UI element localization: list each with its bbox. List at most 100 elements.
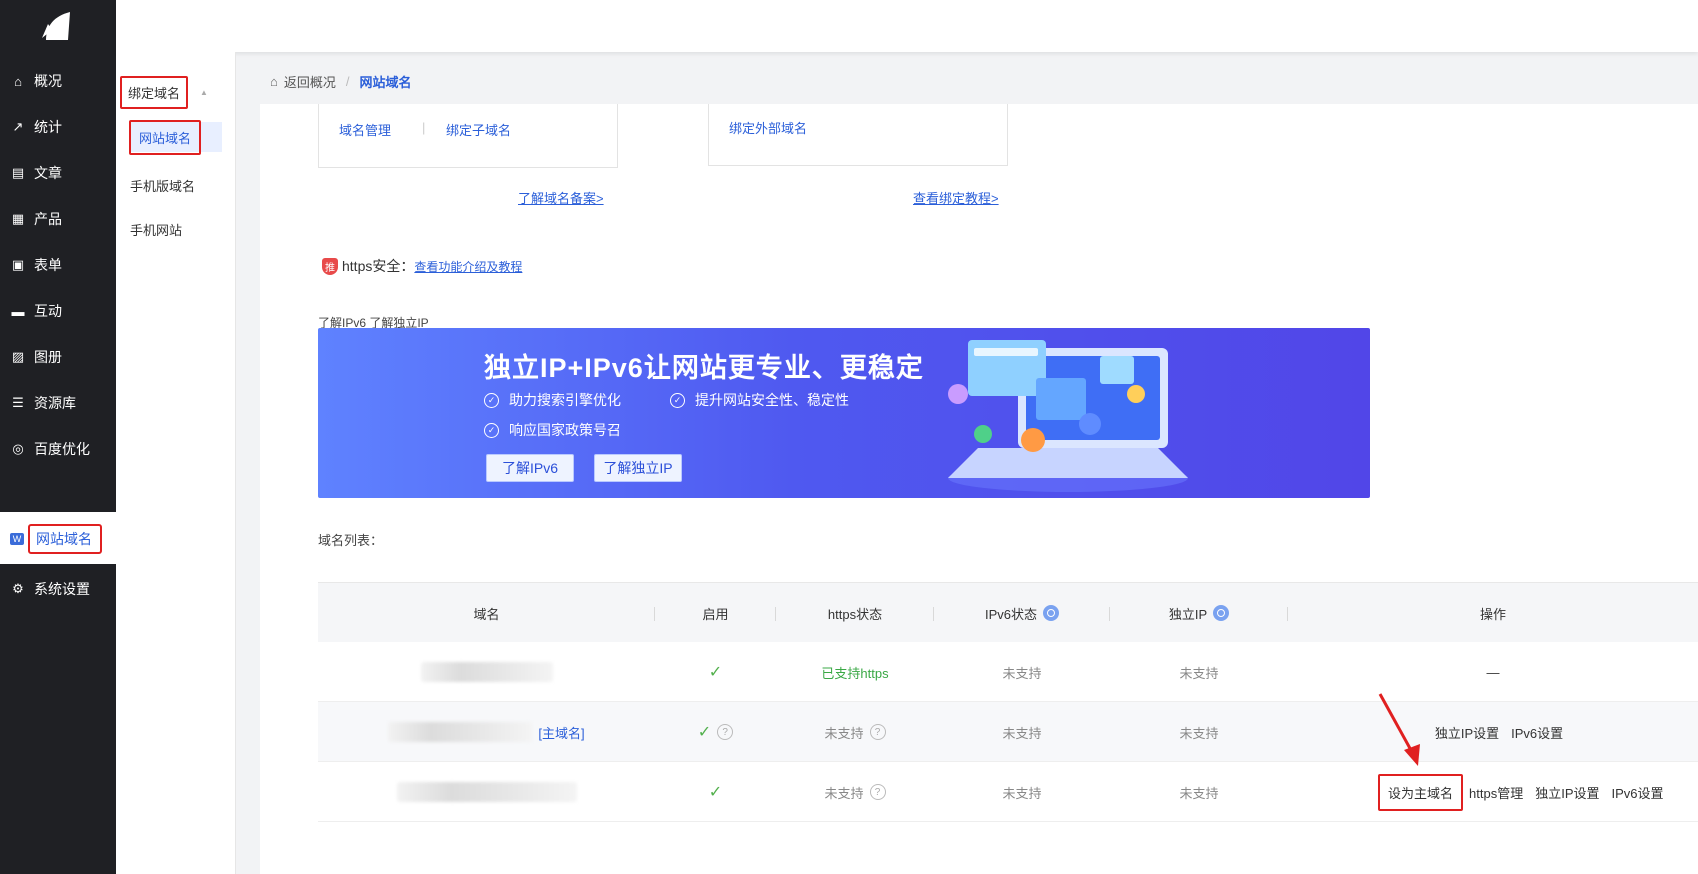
nav-item-overview[interactable]: ⌂ 概况 <box>0 56 116 106</box>
domain-cell <box>318 642 655 702</box>
domain-table-header: 域名 启用 https状态 IPv6状态 独立IP 操作 <box>318 582 1698 642</box>
nav-item-gallery[interactable]: ▨ 图册 <box>0 332 116 382</box>
gallery-icon: ▨ <box>11 349 25 364</box>
breadcrumb-back[interactable]: 返回概况 <box>284 72 336 91</box>
col-actions: 操作 <box>1479 606 1506 622</box>
set-primary-domain-button[interactable]: 设为主域名 <box>1378 773 1464 811</box>
domain-beian-link[interactable]: 了解域名备案> <box>518 188 604 207</box>
article-icon: ▤ <box>11 165 25 180</box>
help-icon[interactable]: ? <box>869 724 886 740</box>
check-circle-icon: ✓ <box>484 392 499 408</box>
blurred-domain <box>388 722 533 742</box>
actions-cell: 设为主域名 https管理 独立IP设置 IPv6设置 <box>1378 762 1698 822</box>
ipv6-banner: 独立IP+IPv6让网站更专业、更稳定 ✓ 助力搜索引擎优化 ✓ 提升网站安全性、稳… <box>318 328 1370 498</box>
https-tutorial-link[interactable]: 查看功能介绍及教程 <box>414 258 522 275</box>
check-icon: ✓ <box>697 724 712 741</box>
form-icon: ▣ <box>11 257 25 272</box>
nav-item-interact[interactable]: ▬ 互动 <box>0 286 116 336</box>
table-row: ✓ 未支持? 未支持 未支持 设为主域名 https管理 独立IP设置 IPv6… <box>318 762 1698 822</box>
info-link-icon[interactable] <box>1043 605 1059 621</box>
subnav-item-website-domain[interactable]: 网站域名 <box>129 120 222 155</box>
nav-item-product[interactable]: ▦ 产品 <box>0 194 116 244</box>
banner-feature: ✓ 提升网站安全性、稳定性 <box>670 390 849 410</box>
enabled-cell: ✓ <box>655 762 776 822</box>
nav-item-article[interactable]: ▤ 文章 <box>0 148 116 198</box>
home-icon: ⌂ <box>14 73 22 89</box>
table-row: ✓ 已支持https 未支持 未支持 — <box>318 642 1698 702</box>
seo-icon: ◎ <box>12 441 24 456</box>
shield-badge-icon: 推 <box>322 257 338 275</box>
nav-item-resources[interactable]: ☰ 资源库 <box>0 378 116 428</box>
https-cell: 未支持? <box>776 702 934 762</box>
top-bar <box>116 0 1698 52</box>
check-circle-icon: ✓ <box>670 392 685 408</box>
blurred-domain <box>396 782 577 802</box>
nav-item-settings[interactable]: ⚙ 系统设置 <box>0 564 116 614</box>
ipv6-cell: 未支持 <box>1002 665 1042 681</box>
dedicated-ip-settings-button[interactable]: 独立IP设置 <box>1435 723 1499 742</box>
app-logo[interactable] <box>0 0 116 52</box>
primary-domain-tag: [主域名] <box>538 725 585 741</box>
domain-icon: W <box>10 533 24 545</box>
caret-up-icon: ▲ <box>200 88 208 97</box>
stats-icon: ↗ <box>12 119 24 134</box>
nav-item-form[interactable]: ▣ 表单 <box>0 240 116 290</box>
actions-cell: 独立IP设置 IPv6设置 <box>1288 702 1698 762</box>
red-arrow-annotation-icon <box>1378 693 1420 766</box>
ipv6-cell: 未支持 <box>1002 725 1042 741</box>
ipv6-cell: 未支持 <box>1002 785 1042 801</box>
card-external-domain: 绑定外部域名 <box>708 104 1008 166</box>
ip-cell: 未支持 <box>1179 665 1219 681</box>
enabled-cell: ✓? <box>655 702 776 762</box>
subnav-item-mobile-site[interactable]: 手机网站 <box>130 220 182 239</box>
gear-icon: ⚙ <box>12 581 24 596</box>
learn-ipv6-button[interactable]: 了解IPv6 <box>486 454 574 482</box>
product-icon: ▦ <box>11 211 25 226</box>
col-ipv6: IPv6状态 <box>934 583 1110 643</box>
col-domain: 域名 <box>318 583 655 643</box>
ip-cell: 未支持 <box>1179 785 1219 801</box>
database-icon: ☰ <box>12 395 24 410</box>
bind-external-domain-link[interactable]: 绑定外部域名 <box>729 118 807 137</box>
banner-feature: ✓ 响应国家政策号召 <box>484 420 621 440</box>
main-nav: ⌂ 概况 ↗ 统计 ▤ 文章 ▦ 产品 ▣ 表单 ▬ 互动 ▨ 图册 ☰ 资源库 ◎ 百度优化 W… <box>0 0 116 874</box>
https-manage-button[interactable]: https管理 <box>1469 783 1523 802</box>
https-cell: 已支持https <box>821 665 889 681</box>
help-icon[interactable]: ? <box>869 784 886 800</box>
bind-subdomain-link[interactable]: 绑定子域名 <box>446 120 511 139</box>
nav-item-baidu-seo[interactable]: ◎ 百度优化 <box>0 424 116 474</box>
domain-cell: [主域名] <box>318 702 655 762</box>
help-icon[interactable]: ? <box>717 724 734 740</box>
card-domain-manage: 域名管理 | 绑定子域名 <box>318 104 618 168</box>
col-https: https状态 <box>776 583 934 643</box>
check-circle-icon: ✓ <box>484 422 499 438</box>
https-security-row: 推 https安全： 查看功能介绍及教程 <box>322 256 522 276</box>
enabled-cell: ✓ <box>655 642 776 702</box>
banner-title: 独立IP+IPv6让网站更专业、更稳定 <box>484 353 924 383</box>
nav-item-stats[interactable]: ↗ 统计 <box>0 102 116 152</box>
col-dedicated-ip: 独立IP <box>1110 583 1288 643</box>
check-icon: ✓ <box>708 784 723 801</box>
breadcrumb-current: 网站域名 <box>359 75 412 90</box>
dedicated-ip-settings-button[interactable]: 独立IP设置 <box>1535 783 1599 802</box>
domain-cell <box>318 762 655 822</box>
https-cell: 未支持? <box>776 762 934 822</box>
bind-tutorial-link[interactable]: 查看绑定教程> <box>913 188 999 207</box>
nav-item-domain[interactable]: W 网站域名 <box>0 514 116 564</box>
check-icon: ✓ <box>708 664 723 681</box>
domain-manage-link[interactable]: 域名管理 <box>339 120 391 139</box>
ip-cell: 未支持 <box>1179 725 1219 741</box>
subnav-group-bind-domain[interactable]: 绑定域名 ▲ <box>120 76 208 109</box>
ipv6-settings-button[interactable]: IPv6设置 <box>1511 723 1563 742</box>
actions-cell: — <box>1486 664 1500 680</box>
laptop-illustration-icon <box>948 340 1188 492</box>
ipv6-settings-button[interactable]: IPv6设置 <box>1612 783 1664 802</box>
subnav-item-mobile-domain[interactable]: 手机版域名 <box>130 176 195 195</box>
domain-list-label: 域名列表： <box>318 533 384 548</box>
col-enabled: 启用 <box>655 583 776 643</box>
sub-nav: 绑定域名 ▲ 网站域名 手机版域名 手机网站 <box>116 52 236 874</box>
learn-dedicated-ip-button[interactable]: 了解独立IP <box>594 454 682 482</box>
table-row: [主域名] ✓? 未支持? 未支持 未支持 独立IP设置 IPv6设置 <box>318 702 1698 762</box>
banner-feature: ✓ 助力搜索引擎优化 <box>484 390 621 410</box>
info-link-icon[interactable] <box>1213 605 1230 621</box>
